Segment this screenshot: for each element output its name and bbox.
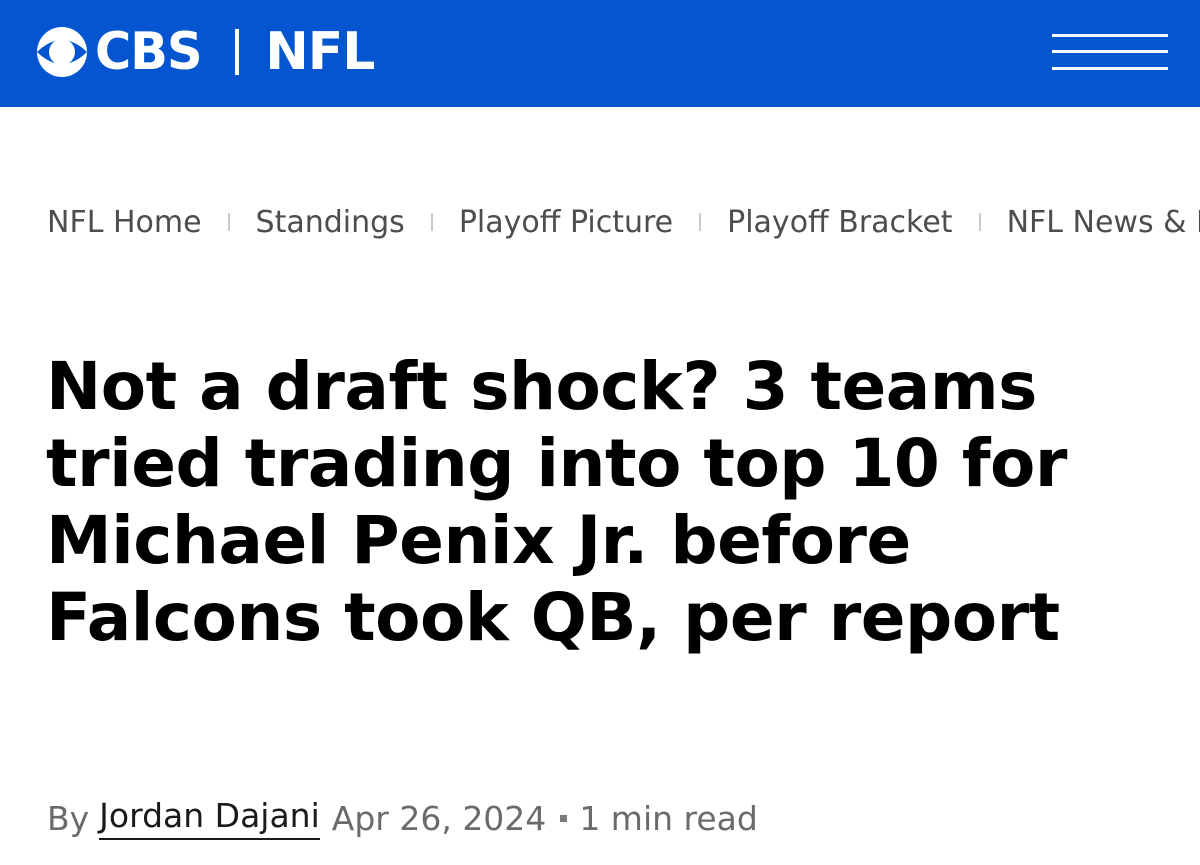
bullet-separator: [560, 814, 568, 822]
site-header: CBS NFL: [0, 0, 1200, 107]
subnav-item-playoff-bracket[interactable]: Playoff Bracket: [727, 205, 952, 240]
logo-divider: [235, 29, 240, 75]
section-title: NFL: [265, 22, 375, 82]
byline-prefix: By: [47, 798, 90, 838]
hamburger-menu-icon: [1052, 34, 1168, 37]
subnav-item-playoff-picture[interactable]: Playoff Picture: [459, 205, 673, 240]
read-time: 1 min read: [579, 798, 758, 838]
cbs-nfl-logo[interactable]: CBS NFL: [33, 22, 375, 82]
cbs-eye-icon: [37, 27, 87, 77]
author-link[interactable]: Jordan Dajani: [99, 796, 320, 840]
subnav-divider: [227, 213, 230, 231]
subnav-item-standings[interactable]: Standings: [256, 205, 405, 240]
subnav-divider: [978, 213, 981, 231]
hamburger-menu-icon-bar: [1052, 50, 1168, 53]
subnav-divider: [430, 213, 433, 231]
publish-date: Apr 26, 2024: [331, 798, 547, 838]
cbs-wordmark: CBS: [95, 22, 203, 82]
section-subnav: NFL Home Standings Playoff Picture Playo…: [47, 200, 1200, 244]
article-headline: Not a draft shock? 3 teams tried trading…: [46, 348, 1067, 656]
hamburger-menu-icon-bar: [1052, 67, 1168, 70]
subnav-item-nfl-home[interactable]: NFL Home: [47, 205, 202, 240]
menu-button[interactable]: [1052, 33, 1168, 73]
subnav-divider: [699, 213, 702, 231]
article-byline: By Jordan Dajani Apr 26, 2024 1 min read: [47, 796, 758, 840]
subnav-item-nfl-news[interactable]: NFL News & H: [1007, 205, 1200, 240]
